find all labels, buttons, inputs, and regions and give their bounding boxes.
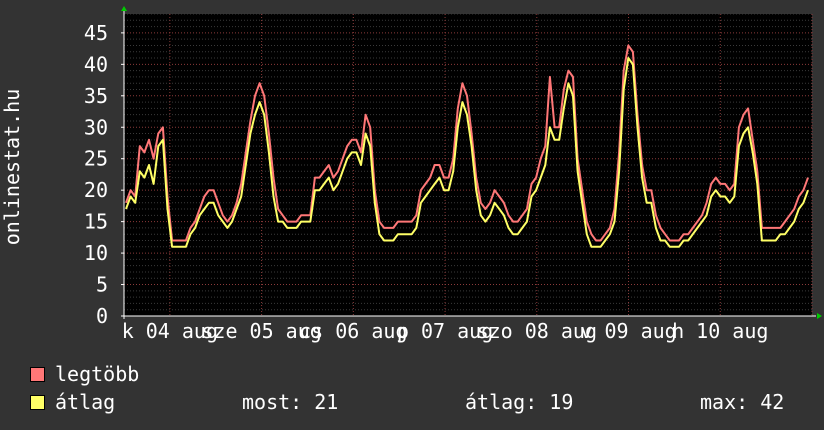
x-tick-label: h 10 aug [672,319,768,343]
plot-area [124,14,812,316]
x-tick-label: v 09 aug [580,319,676,343]
y-tick-label: 25 [84,147,108,171]
y-tick-label: 10 [84,241,108,265]
y-tick-label: 20 [84,178,108,202]
legend-item-max: legtöbb [30,362,139,386]
y-tick-label: 0 [96,304,108,328]
y-tick-label: 35 [84,84,108,108]
y-tick-label: 30 [84,115,108,139]
legend-item-avg: átlag [30,390,115,414]
y-tick-label: 40 [84,52,108,76]
stat-avg: átlag: 19 [465,390,574,414]
stat-max: max: 42 [700,390,785,414]
x-tick-label: cs 06 aug [299,319,407,343]
y-axis-arrow [121,6,127,11]
legend-label-avg: átlag [55,390,116,414]
x-axis-arrow [817,313,822,319]
legend-swatch-avg [30,395,45,410]
y-tick-label: 45 [84,21,108,45]
y-tick-label: 15 [84,210,108,234]
legend-label-max: legtöbb [55,362,140,386]
y-tick-label: 5 [96,273,108,297]
x-tick-label: szo 08 aug [477,319,597,343]
y-axis-title: onlinestat.hu [0,89,24,246]
legend-swatch-max [30,367,45,382]
stat-now: most: 21 [242,390,339,414]
